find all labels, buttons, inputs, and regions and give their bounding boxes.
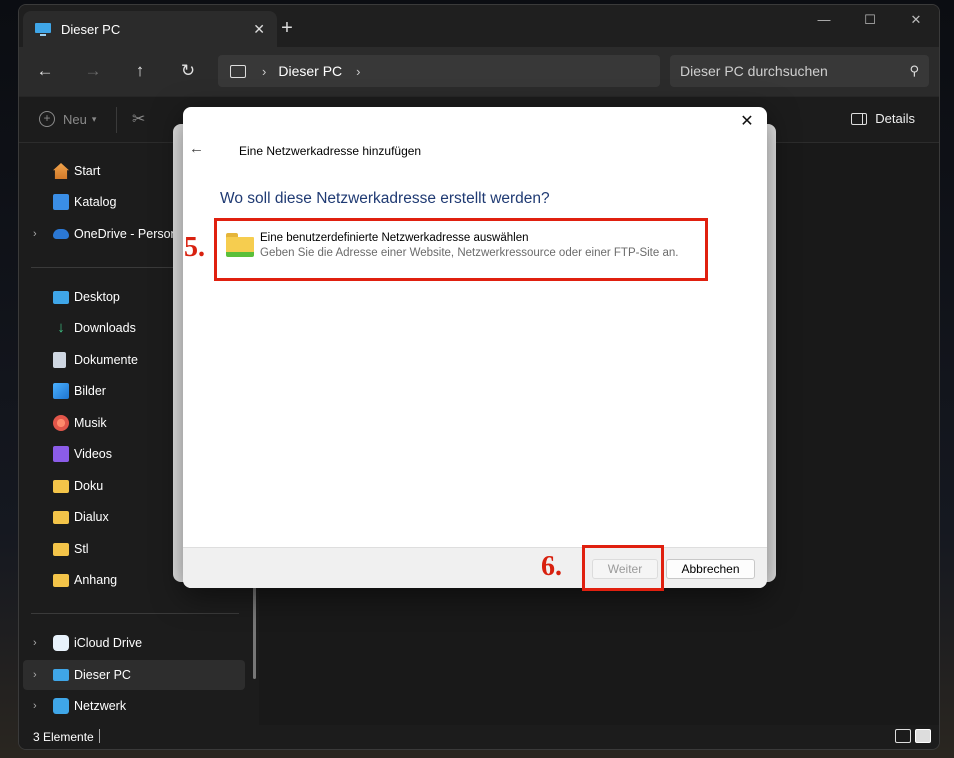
chevron-right-icon[interactable]: › [356,64,360,79]
sidebar-item-icloud[interactable]: › iCloud Drive [23,628,245,658]
sidebar-item-dieser-pc[interactable]: › Dieser PC [23,660,245,690]
title-bar: Dieser PC ✕ + — ☐ ✕ [19,5,939,47]
navigation-bar: ← → ↑ ↻ › Dieser PC › ⚲ [19,47,939,97]
sidebar-item-label: Katalog [74,195,117,209]
search-icon[interactable]: ⚲ [909,63,919,79]
new-label: Neu [63,111,87,127]
refresh-icon[interactable]: ↻ [176,59,200,83]
maximize-button[interactable]: ☐ [847,5,893,37]
onedrive-icon [53,229,69,239]
add-network-location-dialog: ✕ ← Eine Netzwerkadresse hinzufügen Wo s… [183,107,767,588]
sidebar-item-label: Stl [74,542,89,556]
chevron-right-icon[interactable]: › [33,637,37,649]
folder-icon [53,542,69,556]
home-icon [53,163,69,179]
details-button[interactable]: Details [851,111,915,126]
music-icon [53,415,69,431]
sidebar-item-label: Downloads [74,321,136,335]
sidebar-item-label: Dialux [74,510,109,524]
chevron-right-icon[interactable]: › [33,700,37,712]
step5-label: 5. [184,232,205,263]
step5-highlight-box [214,218,708,281]
close-icon[interactable]: ✕ [735,111,759,131]
sidebar-item-netzwerk[interactable]: › Netzwerk [23,691,245,721]
minimize-button[interactable]: — [801,5,847,37]
sidebar-item-label: OneDrive - Persona [74,227,185,241]
forward-arrow-icon[interactable]: → [81,59,105,83]
sidebar-item-label: Dieser PC [74,668,131,682]
close-window-button[interactable]: ✕ [893,5,939,37]
tab-dieser-pc[interactable]: Dieser PC ✕ [23,11,277,47]
desktop-icon [53,290,69,304]
step6-label: 6. [541,551,562,582]
download-icon: ↓ [57,319,65,336]
gallery-icon [53,194,69,210]
address-text[interactable]: Dieser PC [278,63,342,79]
search-box[interactable]: ⚲ [670,55,929,87]
sidebar-item-label: Doku [74,479,104,493]
back-arrow-icon[interactable]: ← [189,140,204,157]
view-switcher [895,729,931,743]
icloud-icon [53,635,69,651]
status-divider [99,729,100,743]
chevron-right-icon[interactable]: › [33,669,37,681]
cut-icon[interactable]: ✂ [132,109,145,129]
network-icon [53,698,69,714]
chevron-right-icon[interactable]: › [33,228,37,240]
window-controls: — ☐ ✕ [801,5,939,37]
plus-circle-icon: + [39,111,55,127]
dialog-heading: Wo soll diese Netzwerkadresse erstellt w… [220,190,550,207]
sidebar-item-label: Desktop [74,290,120,304]
item-count: 3 Elemente [33,730,94,744]
back-arrow-icon[interactable]: ← [33,59,57,83]
status-bar: 3 Elemente [19,725,939,749]
details-label: Details [875,111,915,126]
details-view-icon[interactable] [895,729,911,743]
folder-icon [53,510,69,524]
folder-icon [53,479,69,493]
document-icon [53,352,66,368]
cancel-button[interactable]: Abbrechen [666,559,755,579]
sidebar-item-label: Dokumente [74,353,138,367]
sidebar-item-label: Start [74,164,101,178]
search-input[interactable] [680,63,910,79]
sidebar-item-label: Videos [74,447,112,461]
pc-icon [35,22,51,36]
sidebar-item-label: Anhang [74,573,118,587]
tab-title: Dieser PC [61,21,121,37]
pictures-icon [53,383,69,399]
command-separator [116,107,117,133]
sidebar-item-label: iCloud Drive [74,636,143,650]
pc-icon [53,669,69,681]
step6-highlight-box [582,545,664,591]
address-bar[interactable]: › Dieser PC › [218,55,660,87]
sidebar-scrollbar[interactable] [253,585,256,679]
close-tab-icon[interactable]: ✕ [253,21,265,38]
up-arrow-icon[interactable]: ↑ [128,59,152,83]
sidebar-item-label: Bilder [74,384,106,398]
details-pane-icon [851,112,868,125]
new-tab-icon[interactable]: + [277,17,297,40]
monitor-icon [230,64,246,78]
chevron-right-icon: › [262,63,267,79]
dialog-title: Eine Netzwerkadresse hinzufügen [239,144,422,158]
tiles-view-icon[interactable] [915,729,931,743]
sidebar-item-label: Netzwerk [74,699,127,713]
new-button[interactable]: + Neu ▾ [39,111,96,127]
folder-icon [53,573,69,587]
chevron-down-icon: ▾ [91,113,97,124]
sidebar-item-label: Musik [74,416,107,430]
dialog-footer: Weiter Abbrechen [183,547,767,588]
sidebar-divider [31,613,239,614]
video-icon [53,446,69,462]
